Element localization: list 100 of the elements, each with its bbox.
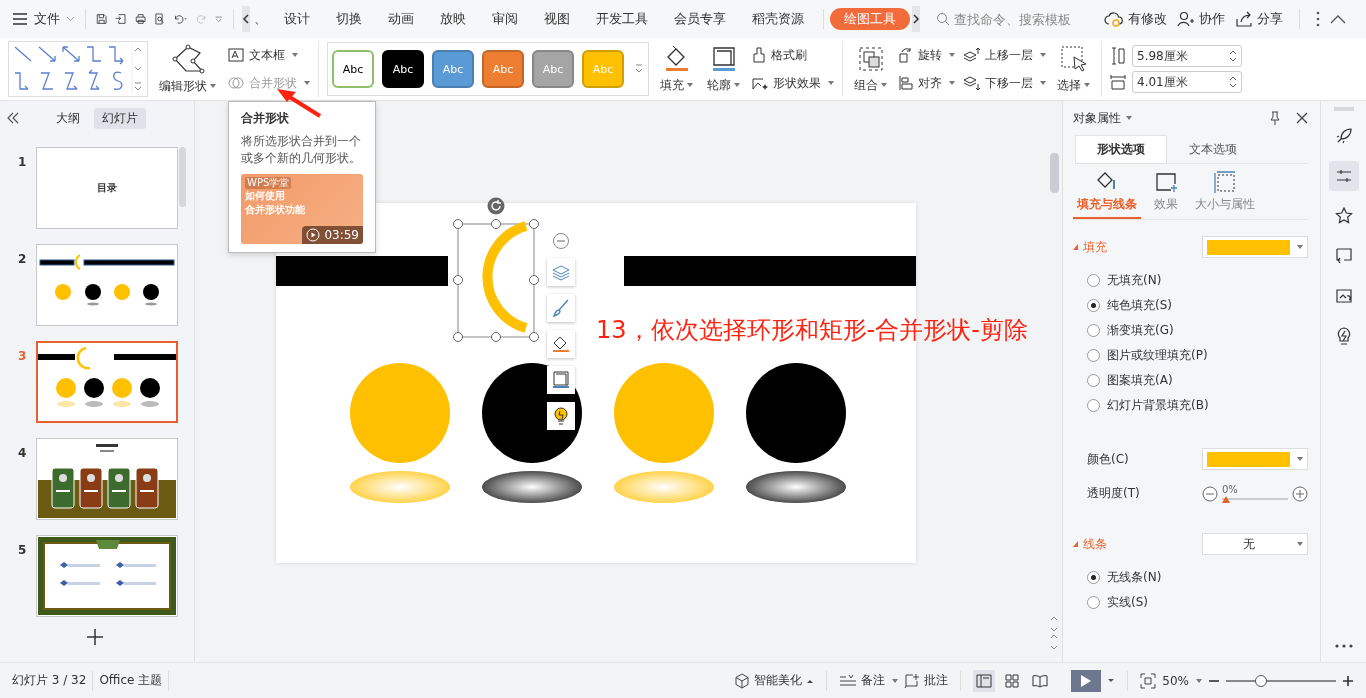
slider-thumb[interactable]: [1222, 496, 1230, 503]
option-label[interactable]: 图片或纹理填充(P): [1107, 347, 1208, 364]
lightbulb-button[interactable]: [547, 402, 575, 430]
panel-tab[interactable]: 幻灯片: [94, 107, 146, 129]
edit-shape-button[interactable]: 编辑形状: [156, 41, 219, 97]
transparency-slider[interactable]: [1222, 495, 1288, 503]
bring-forward-button[interactable]: 上移一层: [963, 45, 1046, 65]
panel-title[interactable]: 对象属性: [1073, 109, 1121, 127]
collaborate-button[interactable]: 协作: [1177, 10, 1225, 28]
properties-subtab[interactable]: 大小与属性: [1191, 164, 1259, 219]
slide-thumbnail[interactable]: 目录: [36, 147, 178, 229]
option-label[interactable]: 幻灯片背景填充(B): [1107, 397, 1209, 414]
collapse-icon[interactable]: [552, 232, 570, 250]
fill-button[interactable]: [547, 330, 575, 358]
radio-button[interactable]: [1087, 374, 1100, 387]
options-tab[interactable]: 形状选项: [1075, 135, 1167, 163]
line-dropdown[interactable]: 无: [1202, 533, 1308, 555]
panel-tab[interactable]: 大纲: [48, 107, 88, 129]
zoom-in-icon[interactable]: [1342, 674, 1354, 687]
video-duration[interactable]: 03:59: [302, 226, 363, 244]
play-button[interactable]: [1071, 669, 1102, 692]
collapse-triangle-icon[interactable]: [1073, 244, 1078, 250]
radio-button[interactable]: [1087, 274, 1100, 287]
zoom-level-button[interactable]: 50%: [1162, 673, 1202, 688]
view-button[interactable]: [973, 669, 996, 692]
options-tab[interactable]: 文本选项: [1167, 135, 1259, 163]
shape-style-swatch[interactable]: Abc: [332, 50, 374, 88]
menu-tab[interactable]: 切换: [323, 5, 375, 33]
close-icon[interactable]: [1296, 112, 1308, 124]
radio-button[interactable]: [1087, 349, 1100, 362]
textbox-button[interactable]: 文本框: [227, 45, 310, 65]
format-painter-button[interactable]: 格式刷: [751, 45, 834, 65]
shape-style-swatch[interactable]: Abc: [382, 50, 424, 88]
radio-button[interactable]: [1087, 324, 1100, 337]
menu-tab[interactable]: 设计: [271, 5, 323, 33]
scrollbar[interactable]: [179, 147, 186, 207]
spinner-icon[interactable]: [1229, 49, 1237, 63]
align-button[interactable]: 对齐: [898, 73, 955, 93]
spinner-icon[interactable]: [1229, 75, 1237, 89]
menu-tab[interactable]: 动画: [375, 5, 427, 33]
pin-icon[interactable]: [1268, 111, 1282, 125]
radio-button[interactable]: [1087, 596, 1100, 609]
option-label[interactable]: 无填充(N): [1107, 272, 1162, 289]
radio-button[interactable]: [1087, 299, 1100, 312]
notes-button[interactable]: 备注: [839, 672, 899, 689]
height-field[interactable]: 5.98厘米: [1132, 45, 1242, 67]
menu-tab[interactable]: 审阅: [479, 5, 531, 33]
collapse-triangle-icon[interactable]: [1073, 541, 1078, 547]
minus-icon[interactable]: [1202, 485, 1218, 502]
customize-caret-icon[interactable]: [215, 14, 223, 24]
select-button[interactable]: 选择: [1054, 42, 1093, 96]
outline-button[interactable]: 轮廓: [704, 42, 743, 96]
caret-icon[interactable]: [1107, 677, 1116, 684]
shape-effects-button[interactable]: 形状效果: [751, 73, 834, 93]
comments-button[interactable]: 批注: [904, 672, 949, 689]
more-options-icon[interactable]: [1334, 644, 1353, 648]
collapse-panel-icon[interactable]: [6, 112, 20, 124]
scroll-right-button[interactable]: [912, 6, 920, 32]
fill-color-dropdown[interactable]: [1202, 236, 1308, 258]
more-options-icon[interactable]: [1316, 11, 1320, 27]
menu-tab[interactable]: 放映: [427, 5, 479, 33]
search-field[interactable]: 查找命令、搜索模板: [936, 11, 1104, 27]
smart-beautify-button[interactable]: 智能美化: [734, 672, 815, 689]
width-field[interactable]: 4.01厘米: [1132, 71, 1242, 93]
menu-tab[interactable]: 开发工具: [583, 5, 661, 33]
fit-window-icon[interactable]: [1140, 672, 1157, 689]
option-label[interactable]: 纯色填充(S): [1107, 297, 1172, 314]
fill-button[interactable]: 填充: [657, 42, 696, 96]
color-dropdown[interactable]: [1202, 448, 1308, 470]
share-button[interactable]: 分享: [1235, 10, 1283, 28]
option-label[interactable]: 实线(S): [1107, 594, 1148, 611]
video-thumbnail[interactable]: WPS学堂 如何使用 合并形状功能 03:59: [241, 173, 363, 244]
scrollbar[interactable]: [1049, 153, 1059, 193]
shape-styles-gallery[interactable]: Abc Abc Abc Abc Abc Abc: [327, 42, 649, 96]
option-label[interactable]: 图案填充(A): [1107, 372, 1173, 389]
scroll-left-button[interactable]: [242, 6, 250, 32]
caret-icon[interactable]: [1126, 116, 1132, 120]
menu-tab[interactable]: 、: [254, 10, 267, 28]
properties-subtab[interactable]: 效果: [1149, 164, 1183, 219]
rotate-button[interactable]: 旋转: [898, 45, 955, 65]
add-slide-button[interactable]: [85, 628, 104, 648]
menu-tab[interactable]: 会员专享: [661, 5, 739, 33]
outline-button[interactable]: [547, 366, 575, 394]
plus-icon[interactable]: [1292, 485, 1308, 502]
collapse-ribbon-icon[interactable]: [1330, 14, 1346, 24]
rotate-handle-icon[interactable]: [487, 197, 505, 215]
option-label[interactable]: 无线条(N): [1107, 569, 1162, 586]
layers-button[interactable]: [547, 258, 575, 286]
menu-tab[interactable]: 视图: [531, 5, 583, 33]
brush-button[interactable]: [547, 294, 575, 322]
file-menu-button[interactable]: 文件: [8, 5, 79, 33]
changes-button[interactable]: 有修改: [1104, 10, 1167, 28]
radio-button[interactable]: [1087, 399, 1100, 412]
line-shapes-gallery[interactable]: [8, 41, 148, 97]
radio-button[interactable]: [1087, 571, 1100, 584]
option-label[interactable]: 渐变填充(G): [1107, 322, 1174, 339]
slider-thumb[interactable]: [1255, 674, 1268, 687]
menu-tab[interactable]: 稻壳资源: [739, 5, 817, 33]
print-preview-icon[interactable]: [153, 10, 166, 28]
group-button[interactable]: 组合: [851, 42, 890, 96]
